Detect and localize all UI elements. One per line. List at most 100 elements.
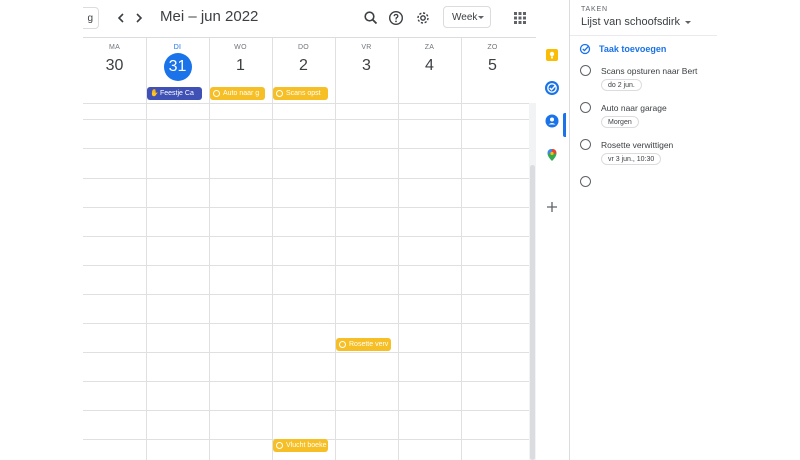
chevron-left-icon xyxy=(117,13,124,23)
day-number-today[interactable]: 31 xyxy=(163,53,192,81)
day-name: DI xyxy=(173,44,182,51)
timed-event[interactable]: Rosette verv xyxy=(336,338,391,351)
gear-icon xyxy=(417,12,429,24)
day-number[interactable]: 1 xyxy=(209,57,272,75)
hour-line xyxy=(83,207,529,208)
hour-line xyxy=(83,236,529,237)
event-label: Scans opst xyxy=(286,90,321,97)
search-icon xyxy=(364,11,378,25)
column-divider xyxy=(461,38,462,103)
allday-event[interactable]: Auto naar g xyxy=(210,87,265,100)
hour-line xyxy=(83,381,529,382)
task-check-icon xyxy=(213,90,220,97)
task-due-chip[interactable]: do 2 jun. xyxy=(601,79,642,91)
day-name: VR xyxy=(361,44,372,51)
side-panel-rail xyxy=(536,37,568,460)
day-number[interactable]: 4 xyxy=(398,57,461,75)
hour-line xyxy=(83,148,529,149)
view-selector-label: Week xyxy=(452,11,478,23)
day-header-do[interactable]: DO 2 xyxy=(272,44,335,75)
previous-week-button[interactable] xyxy=(111,8,131,28)
task-complete-checkbox[interactable] xyxy=(580,65,591,76)
hand-icon: ✋ xyxy=(150,90,159,97)
day-header-zo[interactable]: ZO 5 xyxy=(461,44,524,75)
keep-icon xyxy=(546,49,558,61)
help-button[interactable] xyxy=(385,7,407,29)
day-name: MA xyxy=(108,44,121,51)
header-divider xyxy=(83,37,536,38)
event-label: Auto naar g xyxy=(223,90,260,97)
keep-button[interactable] xyxy=(543,46,561,64)
contacts-button[interactable] xyxy=(543,112,561,130)
tasks-panel: TAKEN Lijst van schoofsdirk Taak toevoeg… xyxy=(569,0,800,460)
day-number[interactable]: 5 xyxy=(461,57,524,75)
task-list-name: Lijst van schoofsdirk xyxy=(581,16,681,28)
panel-label: TAKEN xyxy=(581,6,608,13)
column-divider xyxy=(398,38,399,103)
hour-line xyxy=(83,323,529,324)
scrollbar-thumb[interactable] xyxy=(530,165,535,460)
app-window: g Mei – jun 2022 Week MA 30 DI 31 WO 1 D… xyxy=(0,0,800,460)
day-header-wo[interactable]: WO 1 xyxy=(209,44,272,75)
panel-divider xyxy=(570,35,717,36)
task-complete-checkbox[interactable] xyxy=(580,102,591,113)
hour-line xyxy=(83,119,529,120)
hour-line xyxy=(83,265,529,266)
settings-button[interactable] xyxy=(412,7,434,29)
event-label: Rosette verv xyxy=(349,341,389,348)
task-title[interactable]: Scans opsturen naar Bert xyxy=(601,66,697,76)
maps-button[interactable] xyxy=(543,146,561,164)
hour-line xyxy=(83,410,529,411)
event-label: Vlucht boeke xyxy=(286,442,327,449)
day-header-vr[interactable]: VR 3 xyxy=(335,44,398,75)
allday-event[interactable]: ✋ Feestje Ca xyxy=(147,87,202,100)
column-divider xyxy=(398,103,399,460)
day-header-za[interactable]: ZA 4 xyxy=(398,44,461,75)
active-indicator xyxy=(563,113,566,137)
maps-icon xyxy=(547,149,557,161)
day-header-ma[interactable]: MA 30 xyxy=(83,44,146,75)
view-selector[interactable]: Week xyxy=(443,6,491,28)
today-button[interactable]: g xyxy=(83,7,99,29)
day-name: DO xyxy=(297,44,310,51)
task-complete-checkbox[interactable] xyxy=(580,176,591,187)
day-name: ZA xyxy=(424,44,435,51)
task-due-chip[interactable]: Morgen xyxy=(601,116,639,128)
column-divider xyxy=(335,103,336,460)
time-grid[interactable]: Rosette verv Vlucht boeke xyxy=(83,103,529,460)
timed-event[interactable]: Vlucht boeke xyxy=(273,439,328,452)
day-number[interactable]: 30 xyxy=(83,57,146,75)
chevron-right-icon xyxy=(136,13,143,23)
task-title[interactable]: Rosette verwittigen xyxy=(601,140,673,150)
dropdown-caret-icon xyxy=(685,20,692,24)
task-check-icon xyxy=(276,442,283,449)
add-task-icon xyxy=(579,43,591,55)
next-week-button[interactable] xyxy=(129,8,149,28)
task-complete-checkbox[interactable] xyxy=(580,139,591,150)
calendar-week-view: g Mei – jun 2022 Week MA 30 DI 31 WO 1 D… xyxy=(83,0,536,460)
help-icon xyxy=(388,10,404,26)
event-label: Feestje Ca xyxy=(160,90,194,97)
allday-event[interactable]: Scans opst xyxy=(273,87,328,100)
apps-button[interactable] xyxy=(509,7,531,29)
task-title[interactable]: Auto naar garage xyxy=(601,103,667,113)
day-name: WO xyxy=(234,44,247,51)
add-addon-button[interactable] xyxy=(543,198,561,216)
task-check-icon xyxy=(276,90,283,97)
search-button[interactable] xyxy=(360,7,382,29)
add-task-button[interactable]: Taak toevoegen xyxy=(579,43,666,55)
day-number[interactable]: 3 xyxy=(335,57,398,75)
task-list-selector[interactable]: Lijst van schoofsdirk xyxy=(581,16,692,28)
day-name: ZO xyxy=(487,44,498,51)
task-due-chip[interactable]: vr 3 jun., 10:30 xyxy=(601,153,662,165)
task-check-icon xyxy=(339,341,346,348)
hour-line xyxy=(83,103,529,104)
add-task-label: Taak toevoegen xyxy=(599,44,667,54)
tasks-button[interactable] xyxy=(543,79,561,97)
apps-grid-icon xyxy=(514,12,526,24)
day-header-di[interactable]: DI 31 xyxy=(146,44,209,81)
contacts-icon xyxy=(545,114,559,128)
column-divider xyxy=(209,103,210,460)
day-number[interactable]: 2 xyxy=(272,57,335,75)
column-divider xyxy=(146,103,147,460)
